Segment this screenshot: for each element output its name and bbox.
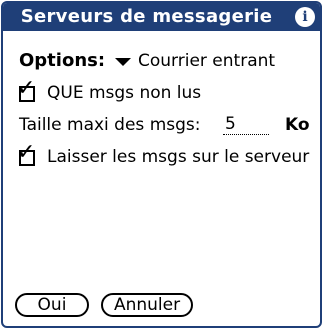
- leave-on-server-checkbox[interactable]: ✓: [17, 141, 37, 167]
- dialog-title: Serveurs de messagerie: [20, 6, 273, 27]
- ok-button[interactable]: Oui: [15, 293, 89, 317]
- checkmark-icon: ✓: [17, 76, 36, 101]
- max-size-unit: Ko: [285, 115, 310, 135]
- info-icon[interactable]: i: [295, 7, 315, 27]
- max-size-row: Taille maxi des msgs: 5 Ko: [19, 113, 319, 137]
- max-size-input[interactable]: 5: [223, 114, 269, 135]
- ok-button-label: Oui: [37, 295, 67, 315]
- title-bar: Serveurs de messagerie i: [3, 3, 320, 31]
- leave-on-server-label: Laisser les msgs sur le serveur: [47, 147, 310, 167]
- options-selected-value: Courrier entrant: [138, 51, 276, 71]
- cancel-button-label: Annuler: [113, 295, 181, 315]
- cancel-button[interactable]: Annuler: [101, 293, 193, 317]
- max-size-label: Taille maxi des msgs:: [19, 115, 201, 135]
- unread-only-label: QUE msgs non lus: [47, 83, 202, 103]
- max-size-value: 5: [225, 114, 236, 134]
- triangle-down-icon: [115, 58, 131, 66]
- unread-only-checkbox[interactable]: ✓: [17, 77, 37, 103]
- options-label: Options:: [19, 50, 106, 71]
- checkmark-icon: ✓: [17, 140, 36, 165]
- dialog-window: Serveurs de messagerie i Options: Courri…: [1, 1, 322, 328]
